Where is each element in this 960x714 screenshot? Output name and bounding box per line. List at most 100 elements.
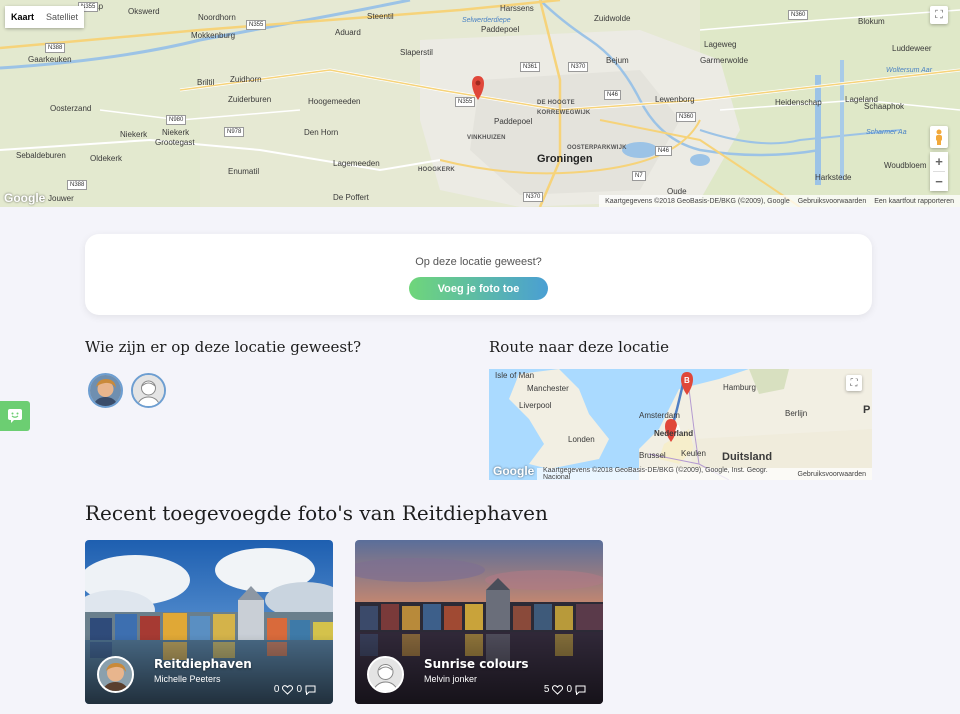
map-label: Mokkenburg <box>191 31 236 40</box>
map-label: Oldekerk <box>90 154 123 163</box>
heart-icon[interactable] <box>282 684 294 695</box>
location-map[interactable]: Nietap Okswerd Noordhorn Steentil Harsse… <box>0 0 960 207</box>
comment-icon[interactable] <box>305 685 316 695</box>
author-avatar[interactable] <box>367 656 404 693</box>
map-label: Brussel <box>639 451 666 460</box>
map-label: OOSTERPARKWIJK <box>567 145 627 151</box>
fullscreen-button[interactable]: ⛶ <box>930 6 948 24</box>
map-data-credit: Kaartgegevens ©2018 GeoBasis-DE/BKG (©20… <box>543 467 768 480</box>
map-type-satellite-button[interactable]: Satelliet <box>40 6 85 28</box>
default-avatar-icon <box>133 375 164 406</box>
map-label: Garmerwolde <box>700 56 749 65</box>
road-shield: N7 <box>632 171 646 181</box>
map-label: Blokum <box>858 17 885 26</box>
map-label: Isle of Man <box>495 371 535 380</box>
fullscreen-icon: ⛶ <box>850 377 858 389</box>
map-label: Groningen <box>537 153 593 165</box>
photo-card[interactable]: Reitdiephaven Michelle Peeters 0 0 <box>85 540 333 704</box>
map-label: Scharmer Aa <box>866 129 907 136</box>
route-fullscreen-button[interactable]: ⛶ <box>846 375 862 391</box>
map-label: KORREWEGWIJK <box>537 110 591 116</box>
map-label: Lageweg <box>704 40 737 49</box>
zoom-out-button[interactable]: − <box>930 172 948 191</box>
terms-link[interactable]: Gebruiksvoorwaarden <box>798 198 866 205</box>
map-label: P <box>863 404 871 416</box>
road-shield: N980 <box>166 115 187 125</box>
comment-count: 0 <box>566 684 572 695</box>
map-label: Hoogemeeden <box>308 97 361 106</box>
author-avatar[interactable] <box>97 656 134 693</box>
add-photo-button[interactable]: Voeg je foto toe <box>409 277 548 300</box>
google-logo[interactable]: Google <box>4 191 45 205</box>
map-label: Slaperstil <box>400 48 433 57</box>
map-label: Paddepoel <box>481 25 520 34</box>
map-label: Aduard <box>335 28 361 37</box>
terms-link[interactable]: Gebruiksvoorwaarden <box>798 471 866 478</box>
visitor-avatar[interactable] <box>131 373 166 408</box>
road-shield: N46 <box>655 146 673 156</box>
photo-stats: 0 0 <box>274 684 316 695</box>
map-label: Paddepoel <box>494 117 533 126</box>
map-label: De Poffert <box>333 193 369 202</box>
map-label: Gaarkeuken <box>28 55 72 64</box>
avatar-photo <box>99 658 132 691</box>
report-error-link[interactable]: Een kaartfout rapporteren <box>874 198 954 205</box>
map-type-kaart-button[interactable]: Kaart <box>5 6 41 28</box>
photo-card[interactable]: Sunrise colours Melvin jonker 5 0 <box>355 540 603 704</box>
upload-card: Op deze locatie geweest? Voeg je foto to… <box>85 234 872 315</box>
map-label: Sebaldeburen <box>16 151 66 160</box>
route-marker-b[interactable]: B <box>684 376 690 385</box>
map-label: Noordhorn <box>198 13 236 22</box>
road-shield: N361 <box>520 62 541 72</box>
map-label: Duitsland <box>722 451 773 463</box>
map-label: Harkstede <box>815 173 852 182</box>
map-label: Zuiderburen <box>228 95 272 104</box>
avatar-photo <box>90 375 121 406</box>
zoom-in-button[interactable]: + <box>930 152 948 171</box>
map-label: Zuidhorn <box>230 75 262 84</box>
photo-title[interactable]: Reitdiephaven <box>154 657 252 671</box>
street-view-button[interactable] <box>930 126 948 148</box>
map-label: DE HOOGTE <box>537 100 575 106</box>
map-label: Briltil <box>197 78 215 87</box>
map-label: Jouwer <box>48 194 74 203</box>
photo-title[interactable]: Sunrise colours <box>424 657 529 671</box>
photo-author[interactable]: Michelle Peeters <box>154 674 221 684</box>
map-label: Amsterdam <box>639 411 680 420</box>
map-label: Zuidwolde <box>594 14 631 23</box>
map-label: Selwerderdiepe <box>462 17 511 24</box>
google-logo[interactable]: Google <box>493 464 534 478</box>
route-map[interactable]: A B Isle of Man Manchester Liverpool Ham… <box>489 369 872 480</box>
road-shield: N360 <box>676 112 697 122</box>
map-label: Hamburg <box>723 383 756 392</box>
map-attribution: Kaartgegevens ©2018 GeoBasis-DE/BKG (©20… <box>599 195 960 207</box>
photo-stats: 5 0 <box>544 684 586 695</box>
photo-author[interactable]: Melvin jonker <box>424 674 477 684</box>
map-label: Oosterzand <box>50 104 92 113</box>
zoom-control: + − <box>930 152 948 191</box>
road-shield: N388 <box>45 43 66 53</box>
heart-icon[interactable] <box>552 684 564 695</box>
map-label: Nederland <box>654 429 694 438</box>
road-shield: N388 <box>67 180 88 190</box>
recent-photos-title: Recent toegevoegde foto's van Reitdiepha… <box>85 501 548 525</box>
map-label: Niekerk <box>120 130 148 139</box>
map-data-credit: Kaartgegevens ©2018 GeoBasis-DE/BKG (©20… <box>605 197 790 205</box>
like-count: 0 <box>273 684 280 695</box>
comment-icon[interactable] <box>575 685 586 695</box>
visitor-avatar[interactable] <box>88 373 123 408</box>
road-shield: N355 <box>246 20 267 30</box>
fullscreen-icon: ⛶ <box>935 8 943 21</box>
map-label: Steentil <box>367 12 394 21</box>
map-label: Luddeweer <box>892 44 932 53</box>
road-shield: N360 <box>788 10 809 20</box>
road-shield: N370 <box>568 62 589 72</box>
visitors-title: Wie zijn er op deze locatie geweest? <box>85 338 362 356</box>
upload-question: Op deze locatie geweest? <box>415 256 542 268</box>
feedback-tab[interactable] <box>0 401 30 431</box>
map-label: Woudbloem <box>884 161 927 170</box>
road-shield: N46 <box>604 90 622 100</box>
map-label: Londen <box>568 435 595 444</box>
map-label: Den Horn <box>304 128 339 137</box>
chat-icon <box>8 409 22 423</box>
